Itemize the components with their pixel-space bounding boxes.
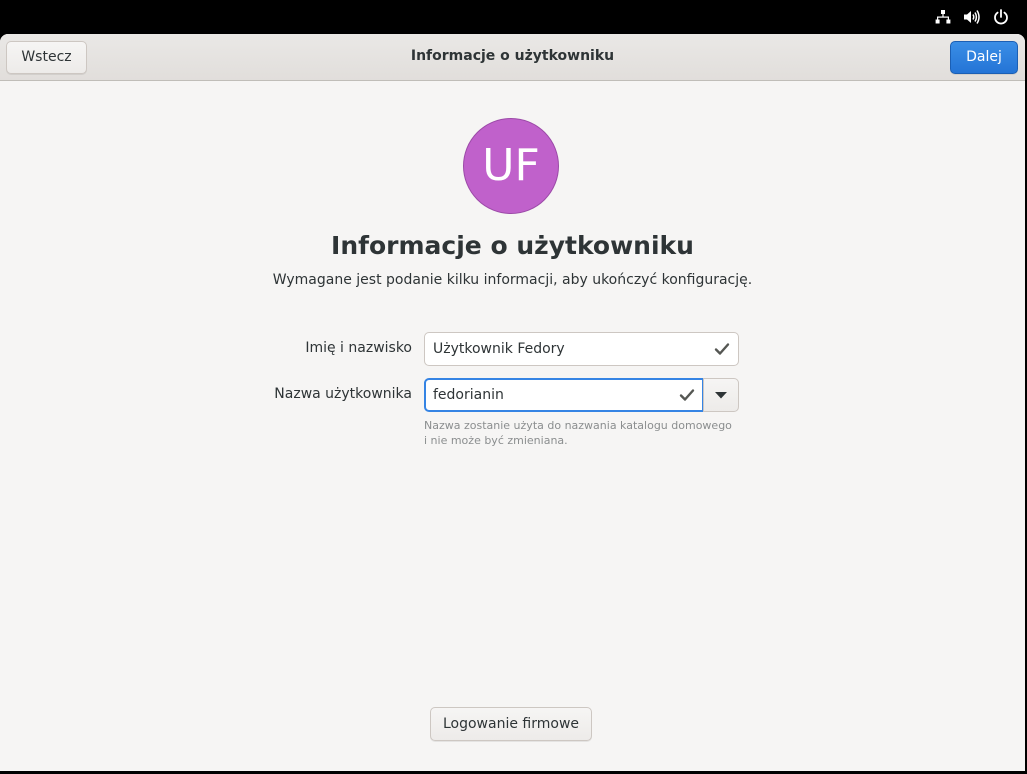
- system-status-area[interactable]: [935, 9, 1009, 25]
- page-subtitle: Wymagane jest podanie kilku informacji, …: [272, 272, 753, 288]
- page-title: Informacje o użytkowniku: [331, 231, 694, 260]
- check-icon: [679, 388, 695, 406]
- top-bar: [0, 0, 1027, 34]
- header-bar: Wstecz Informacje o użytkowniku Dalej: [0, 34, 1025, 81]
- next-button[interactable]: Dalej: [950, 41, 1018, 74]
- username-field[interactable]: fedorianin: [424, 378, 704, 412]
- hint-line-2: i nie może być zmieniana.: [424, 434, 568, 447]
- check-icon: [714, 342, 730, 360]
- network-wired-icon[interactable]: [935, 9, 951, 25]
- username-dropdown-button[interactable]: [703, 378, 739, 412]
- volume-icon[interactable]: [963, 9, 981, 25]
- fullname-field[interactable]: Użytkownik Fedory: [424, 332, 739, 366]
- avatar[interactable]: UF: [463, 118, 559, 214]
- fullname-value: Użytkownik Fedory: [433, 341, 565, 357]
- power-icon[interactable]: [993, 9, 1009, 25]
- hint-line-1: Nazwa zostanie użyta do nazwania katalog…: [424, 419, 732, 432]
- username-value: fedorianin: [433, 387, 504, 403]
- username-hint: Nazwa zostanie użyta do nazwania katalog…: [424, 418, 734, 448]
- username-label: Nazwa użytkownika: [274, 386, 412, 402]
- setup-window: Wstecz Informacje o użytkowniku Dalej UF…: [0, 34, 1025, 771]
- fullname-label: Imię i nazwisko: [305, 340, 412, 356]
- enterprise-login-button[interactable]: Logowanie firmowe: [430, 707, 592, 741]
- window-title: Informacje o użytkowniku: [410, 48, 615, 64]
